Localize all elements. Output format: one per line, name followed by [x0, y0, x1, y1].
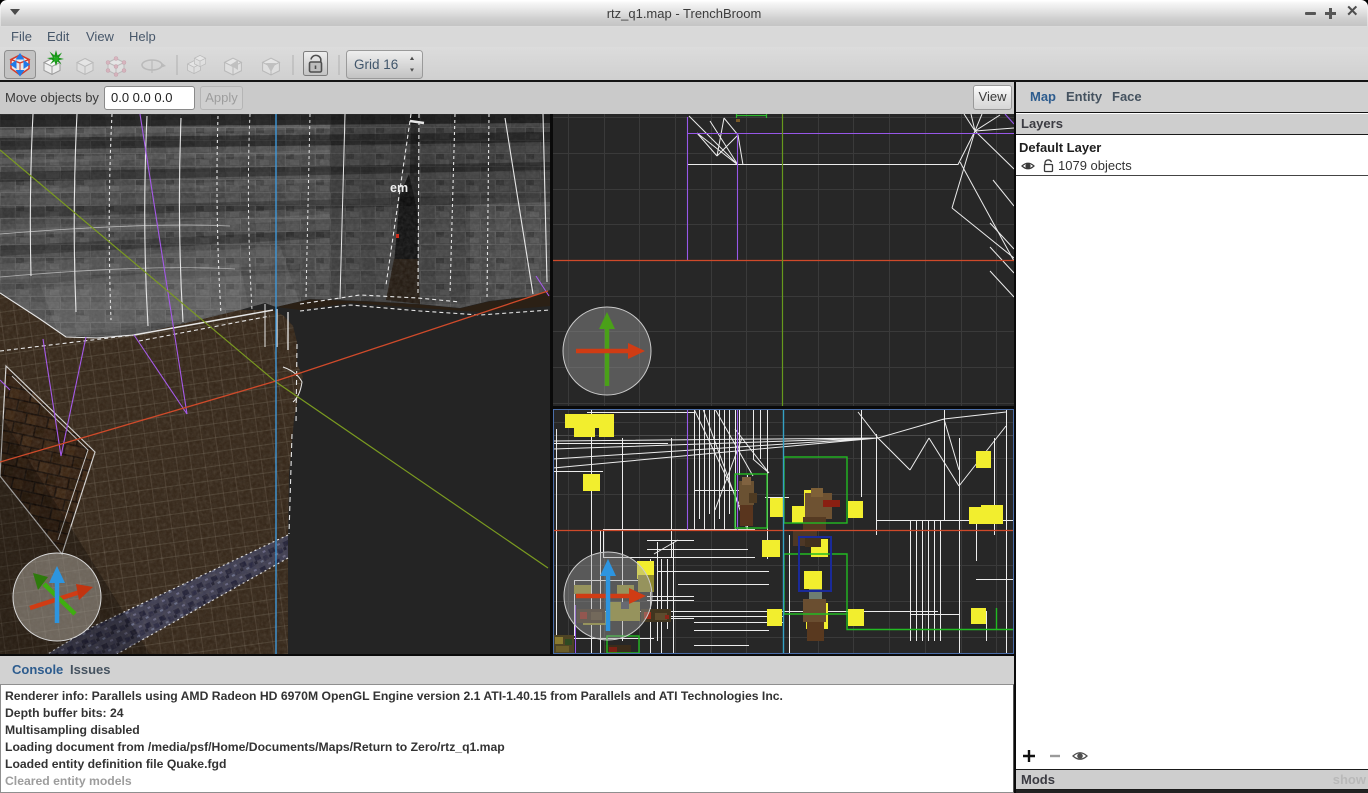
svg-text:em: em — [390, 181, 408, 195]
svg-text:Grid 16: Grid 16 — [354, 57, 398, 72]
